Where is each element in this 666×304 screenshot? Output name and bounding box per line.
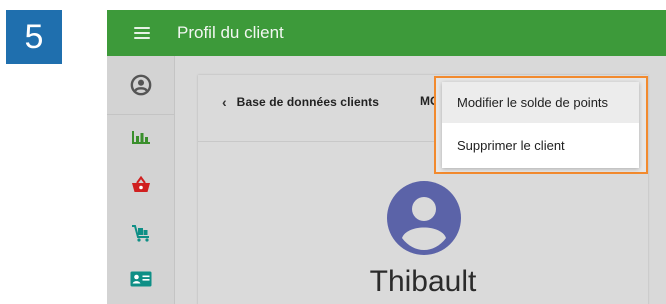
sidebar-item-statistics[interactable] (107, 128, 174, 152)
luggage-cart-icon (131, 225, 149, 242)
app-bar: Profil du client (107, 10, 666, 56)
sidebar-item-customers[interactable] (107, 271, 174, 293)
shopping-basket-icon (131, 176, 150, 192)
id-card-icon (130, 271, 151, 287)
back-to-customers-link[interactable]: ‹ Base de données clients (222, 94, 379, 110)
bar-chart-icon (131, 131, 150, 144)
menu-item-delete-customer[interactable]: Supprimer le client (442, 125, 639, 166)
account-circle-icon (130, 74, 151, 96)
customer-name: Thibault (369, 265, 477, 298)
step-number-badge: 5 (6, 10, 62, 64)
back-link-label: Base de données clients (236, 95, 380, 109)
customer-avatar-icon (386, 180, 462, 261)
menu-item-edit-points[interactable]: Modifier le solde de points (442, 82, 639, 123)
sidebar-item-account[interactable] (107, 56, 174, 115)
sidebar-item-shop[interactable] (107, 176, 174, 200)
page-title: Profil du client (177, 23, 284, 42)
sidebar (107, 56, 175, 304)
sidebar-item-orders[interactable] (107, 224, 174, 248)
actions-dropdown-menu: Modifier le solde de points Supprimer le… (442, 82, 639, 168)
hamburger-menu-icon[interactable] (134, 27, 150, 39)
chevron-left-icon: ‹ (222, 94, 227, 110)
